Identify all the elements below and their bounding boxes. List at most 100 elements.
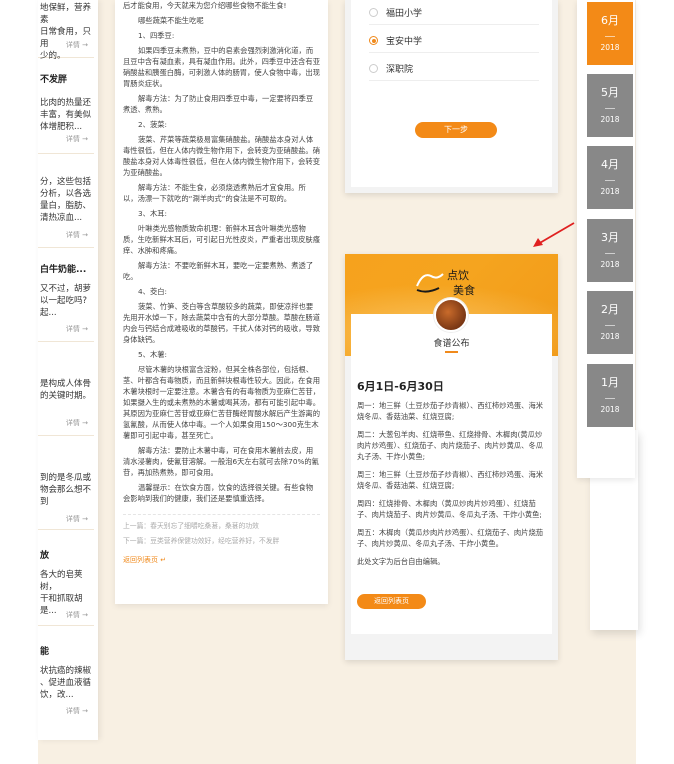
radio-icon[interactable] — [369, 8, 378, 17]
month-tab-march[interactable]: 3月 2018 — [587, 219, 633, 282]
divider — [605, 36, 615, 37]
more-link[interactable]: 详情 → — [66, 230, 88, 240]
logo-text-bottom: 美食 — [453, 283, 475, 297]
list-item-line: 、促进血液循 — [40, 678, 92, 688]
article-paragraph: 后才能食用，今天就来为您介绍哪些食物不能生食! — [123, 1, 287, 10]
list-item-line: 少的。 — [40, 51, 66, 61]
more-link[interactable]: 详情 → — [66, 324, 88, 334]
year-label: 2018 — [600, 260, 620, 269]
list-item[interactable]: 能 状抗癌的辣椒 、促进血液循 饮，改... 详情 → — [38, 636, 94, 728]
month-label: 3月 — [601, 231, 619, 244]
list-item[interactable]: 分，这些包括 分析，以各选 量白，脂肪、 清热凉血... 详情 → — [38, 160, 94, 248]
year-label: 2018 — [600, 43, 620, 52]
vote-panel: 福田小学 宝安中学 深职院 下一步 — [351, 0, 552, 187]
more-link[interactable]: 详情 → — [66, 706, 88, 716]
logo-text-top: 点饮 — [447, 269, 469, 282]
article-body: 后才能食用，今天就来为您介绍哪些食物不能生食! 哪些蔬菜不能生吃呢 1、四季豆:… — [115, 0, 328, 604]
date-range: 6月1日-6月30日 — [357, 380, 444, 393]
menu-card: 点饮 美食 食谱公布 6月1日-6月30日 周一：地三鲜（土豆炒茄子炒青椒）、西… — [345, 254, 558, 660]
more-link[interactable]: 详情 → — [66, 134, 88, 144]
list-item-line: 到的是冬瓜或 — [40, 473, 92, 483]
list-item[interactable]: 放 各大的皂荚树， 干和抓取胡 是... 详情 → — [38, 540, 94, 626]
list-item[interactable]: 到的是冬瓜或 物会那么想不到 详情 → — [38, 444, 94, 530]
vote-option-futian[interactable]: 福田小学 — [369, 6, 422, 19]
month-tab-may[interactable]: 5月 2018 — [587, 74, 633, 137]
year-label: 2018 — [600, 332, 620, 341]
article-paragraph: 解毒方法：要防止木薯中毒，可在食用木薯前去皮，用清水浸薯肉，使氰苷溶解。一般泡6… — [123, 446, 319, 477]
more-link[interactable]: 详情 → — [66, 418, 88, 428]
vote-option-baoan[interactable]: 宝安中学 — [369, 34, 422, 47]
article-paragraph: 温馨提示：在饮食方面，饮食的选择很关键。有些食物会影响到我们的健康，我们还是要慎… — [123, 483, 314, 503]
year-label: 2018 — [600, 115, 620, 124]
menu-day: 周二：大葱包羊肉、红烧带鱼、红烧排骨、木樨肉(黄瓜炒肉片炒鸡蛋）、红烧茄子、肉片… — [357, 430, 544, 461]
list-item-line: 量白，脂肪、 — [40, 201, 92, 211]
divider — [605, 398, 615, 399]
divider — [605, 253, 615, 254]
more-link[interactable]: 详情 → — [66, 514, 88, 524]
list-item[interactable]: 是构成人体骨 的关键时期。 详情 → — [38, 350, 94, 436]
food-avatar — [434, 298, 468, 332]
month-tab-january[interactable]: 1月 2018 — [587, 364, 633, 427]
next-article-link[interactable]: 下一篇：豆类营养保健功效好，经吃营养好，不发胖 — [123, 536, 320, 547]
radio-icon[interactable] — [369, 64, 378, 73]
list-item-line: 起... — [40, 308, 57, 318]
back-to-list-link[interactable]: 返回列表页 ↵ — [123, 555, 320, 565]
year-label: 2018 — [600, 187, 620, 196]
list-item-title: 不发胖 — [40, 75, 68, 85]
menu-title: 食谱公布 — [433, 339, 470, 349]
next-step-button[interactable]: 下一步 — [415, 122, 497, 138]
article-paragraph: 菠菜、芹菜等蔬菜极易富集硝酸盐。硝酸盐本身对人体毒性很低，但在人体内微生物作用下… — [123, 135, 321, 177]
back-to-list-label: 返回列表页 — [123, 556, 158, 564]
list-item-line: 地保鲜，营养素 — [40, 3, 92, 25]
back-to-list-button[interactable]: 返回列表页 — [357, 594, 426, 609]
list-item-line: 饮，改... — [40, 690, 74, 700]
article-paragraph: 如果四季豆未煮熟，豆中的皂素会强烈刺激消化道，而且豆中含有凝血素，具有凝血作用。… — [123, 46, 321, 88]
list-item-title: 放 — [40, 551, 50, 561]
list-item[interactable]: 地保鲜，营养素 日常食用，只用 少的。 详情 → — [38, 0, 94, 61]
list-item[interactable]: 白牛奶能... 又不过，胡萝 以一起吃吗? 起... 详情 → — [38, 256, 94, 342]
month-tab-june[interactable]: 6月 2018 — [587, 2, 633, 65]
radio-selected-icon[interactable] — [369, 36, 378, 45]
menu-body: 周一：地三鲜（土豆炒茄子炒青椒）、西红柿炒鸡蛋、海米烧冬瓜、香菇油菜、红烧豆腐;… — [357, 400, 549, 574]
list-item-line: 状抗癌的辣椒 — [40, 666, 92, 676]
vote-card: 福田小学 宝安中学 深职院 下一步 — [345, 0, 558, 193]
month-tab-april[interactable]: 4月 2018 — [587, 146, 633, 209]
article-subheading: 3、木耳: — [138, 209, 167, 218]
more-link[interactable]: 详情 → — [66, 40, 88, 50]
article-paragraph: 解毒方法：不能生食，必须烧透煮熟后才宜食用。所以，汤漂一下就吃的“涮羊肉式”的食… — [123, 183, 306, 203]
list-item-line: 又不过，胡萝 — [40, 284, 92, 294]
list-item-line: 分析，以各选 — [40, 189, 92, 199]
month-label: 2月 — [601, 303, 619, 316]
pointer-arrow-icon — [533, 222, 575, 247]
menu-day: 周五：木樨肉（黄瓜炒肉片炒鸡蛋）、红烧茄子、肉片烧茄子、肉片炒黄瓜、冬瓜丸子汤、… — [357, 528, 544, 548]
divider — [605, 180, 615, 181]
divider — [605, 108, 615, 109]
article-paragraph: 尽管木薯的块根富含淀粉，但其全株各部位，包括根、茎、叶都含有毒物质，而且新鲜块根… — [123, 365, 321, 440]
list-item-line: 的关键时期。 — [40, 391, 92, 401]
article-paragraph: 解毒方法：为了防止食用四季豆中毒，一定要将四季豆煮透、煮熟。 — [123, 94, 314, 114]
vote-option-label: 深职院 — [386, 65, 414, 75]
menu-day: 周三：地三鲜（土豆炒茄子炒青椒）、西红柿炒鸡蛋、海米烧冬瓜、香菇油菜、红烧豆腐; — [357, 470, 544, 490]
divider — [369, 52, 539, 53]
prev-article-link[interactable]: 上一篇：春天别忘了细嚼吃桑葚，桑葚的功效 — [123, 521, 320, 532]
article-subheading: 2、菠菜: — [138, 120, 167, 129]
vote-option-label: 宝安中学 — [386, 37, 423, 47]
list-item-title: 能 — [40, 647, 50, 657]
brand-logo-icon: 点饮 美食 — [416, 269, 475, 297]
divider — [369, 24, 539, 25]
list-item-line: 干和抓取胡 — [40, 594, 83, 604]
menu-note: 此处文字为后台自由编辑。 — [357, 557, 445, 566]
divider — [123, 514, 320, 515]
list-item-line: 分，这些包括 — [40, 177, 92, 187]
month-label: 1月 — [601, 376, 619, 389]
article-subheading: 1、四季豆: — [138, 31, 175, 40]
left-article-list: 地保鲜，营养素 日常食用，只用 少的。 详情 → 不发胖 比肉的热量还 丰富，有… — [38, 0, 98, 740]
list-item[interactable]: 不发胖 比肉的热量还 丰富，有美似 体增肥积... 详情 → — [38, 68, 94, 154]
article-subheading: 4、茭白: — [138, 287, 167, 296]
article-heading: 哪些蔬菜不能生吃呢 — [138, 16, 204, 25]
list-item-line: 体增肥积... — [40, 122, 83, 132]
article-subheading: 5、木薯: — [138, 350, 167, 359]
vote-option-shenzhiyuan[interactable]: 深职院 — [369, 62, 413, 75]
more-link[interactable]: 详情 → — [66, 610, 88, 620]
month-tab-february[interactable]: 2月 2018 — [587, 291, 633, 354]
